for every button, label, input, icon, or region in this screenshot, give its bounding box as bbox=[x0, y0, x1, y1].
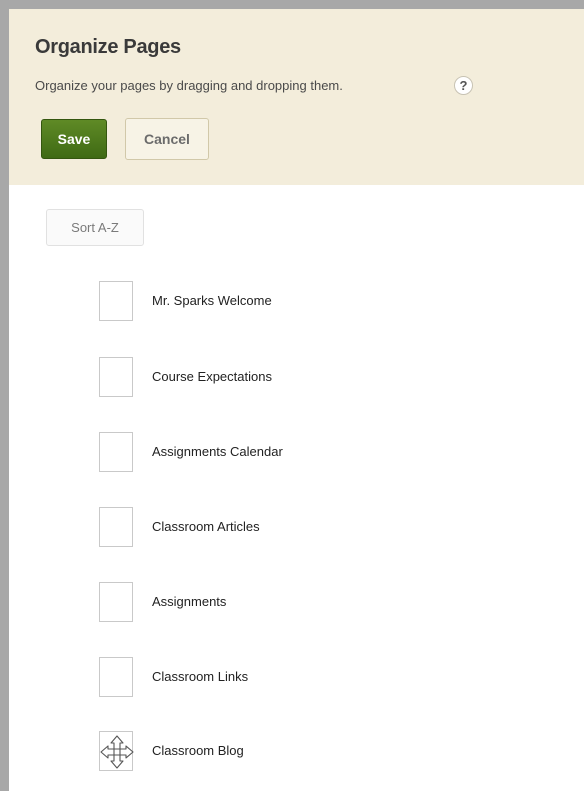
drag-handle[interactable] bbox=[99, 657, 133, 697]
panel-header: Organize Pages Organize your pages by dr… bbox=[9, 9, 584, 185]
page-item[interactable]: Classroom Blog bbox=[99, 731, 559, 771]
drag-handle[interactable] bbox=[99, 432, 133, 472]
drag-handle[interactable] bbox=[99, 507, 133, 547]
page-item[interactable]: Assignments Calendar bbox=[99, 432, 559, 472]
page-item[interactable]: Classroom Articles bbox=[99, 507, 559, 547]
page-label: Classroom Blog bbox=[152, 743, 244, 758]
page-item[interactable]: Course Expectations bbox=[99, 357, 559, 397]
move-arrows-icon bbox=[100, 735, 134, 769]
save-button[interactable]: Save bbox=[41, 119, 107, 159]
cancel-button[interactable]: Cancel bbox=[125, 118, 209, 160]
page-item[interactable]: Mr. Sparks Welcome bbox=[99, 281, 559, 321]
page-label: Assignments Calendar bbox=[152, 444, 283, 459]
drag-handle[interactable] bbox=[99, 582, 133, 622]
drag-handle[interactable] bbox=[99, 731, 134, 771]
page-title: Organize Pages bbox=[35, 36, 181, 58]
page-label: Mr. Sparks Welcome bbox=[152, 293, 272, 308]
page-label: Classroom Articles bbox=[152, 519, 260, 534]
page-label: Classroom Links bbox=[152, 669, 249, 684]
drag-handle[interactable] bbox=[99, 357, 133, 397]
drag-handle[interactable] bbox=[99, 281, 133, 321]
page-item[interactable]: Assignments bbox=[99, 582, 559, 622]
page-label: Assignments bbox=[152, 594, 227, 609]
page-label: Course Expectations bbox=[152, 369, 272, 384]
page-item[interactable]: Classroom Links bbox=[99, 657, 559, 697]
organize-pages-panel: Organize Pages Organize your pages by dr… bbox=[0, 0, 584, 791]
sort-az-button[interactable]: Sort A-Z bbox=[46, 209, 144, 246]
instructions-text: Organize your pages by dragging and drop… bbox=[35, 78, 343, 93]
help-icon[interactable]: ? bbox=[454, 76, 473, 95]
